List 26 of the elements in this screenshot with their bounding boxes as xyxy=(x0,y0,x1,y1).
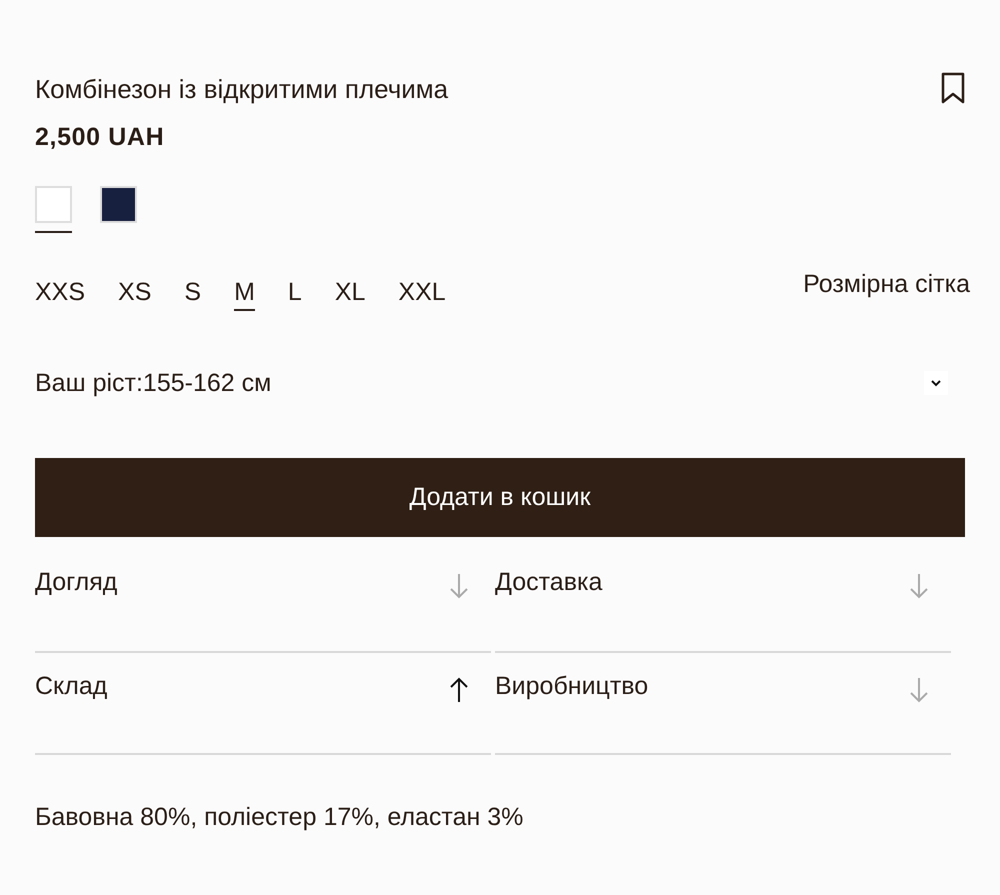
arrow-down-icon xyxy=(449,573,469,599)
size-option[interactable]: XL xyxy=(334,277,366,311)
accordion-header[interactable]: Доставка xyxy=(495,565,951,653)
color-swatch[interactable] xyxy=(100,186,137,223)
size-option[interactable]: L xyxy=(288,277,302,311)
color-swatch[interactable] xyxy=(35,186,72,223)
size-option[interactable]: XXS xyxy=(35,277,86,311)
bookmark-icon[interactable] xyxy=(940,72,966,104)
accordion-header[interactable]: Виробництво xyxy=(495,653,951,755)
price: 2,500 UAH xyxy=(35,122,166,153)
height-select[interactable]: Ваш ріст:155-162 см xyxy=(35,367,968,399)
size-chart-link[interactable]: Розмірна сітка xyxy=(803,269,970,299)
size-option[interactable]: XXL xyxy=(398,277,446,311)
accordion-header[interactable]: Склад xyxy=(35,653,491,755)
size-option[interactable]: S xyxy=(184,277,202,311)
size-option[interactable]: M xyxy=(234,277,255,311)
arrow-down-icon xyxy=(909,573,929,599)
chevron-down-icon xyxy=(924,371,948,395)
accordion-header[interactable]: Догляд xyxy=(35,565,491,653)
composition-text: Бавовна 80%, поліестер 17%, еластан 3% xyxy=(35,802,524,833)
arrow-up-icon xyxy=(449,677,469,703)
height-value: Ваш ріст:155-162 см xyxy=(35,368,272,399)
arrow-down-icon xyxy=(909,677,929,703)
add-to-cart-button[interactable]: Додати в кошик xyxy=(35,458,965,537)
size-option[interactable]: XS xyxy=(118,277,152,311)
product-title: Комбінезон із відкритими плечима xyxy=(35,73,448,106)
